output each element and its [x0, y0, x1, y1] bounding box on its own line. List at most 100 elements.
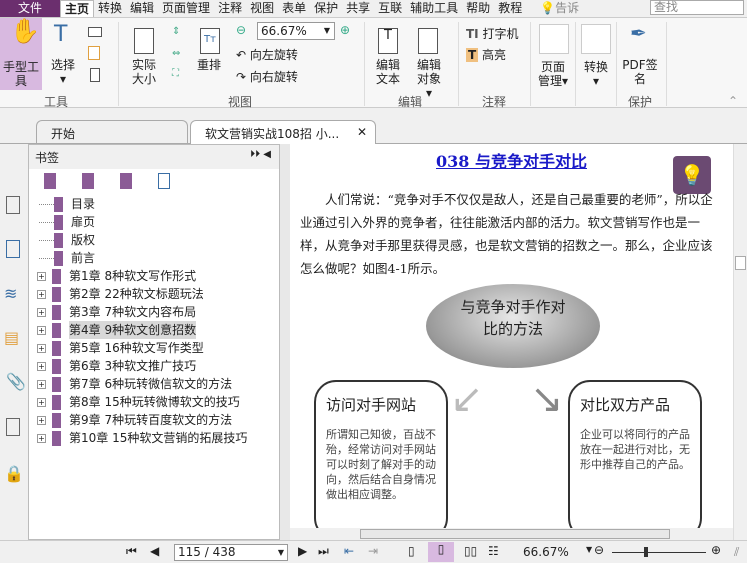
collapse-ribbon-icon[interactable]: ⌃ [728, 94, 738, 108]
prev-view-icon[interactable]: ⇤ [344, 544, 354, 558]
hand-tool-button[interactable]: ✋ 手型工具 [0, 18, 42, 90]
bookmark-item[interactable]: 前言 [37, 249, 279, 267]
prev-page-icon[interactable]: ◀ [150, 544, 159, 558]
clipboard-icon[interactable] [88, 46, 100, 63]
expand-icon[interactable]: + [37, 343, 46, 353]
expand-icon[interactable]: + [37, 325, 46, 335]
zoom-in-status-icon[interactable]: ⊕ [711, 543, 721, 557]
menu-view[interactable]: 视图 [246, 0, 278, 17]
expand-icon[interactable]: + [37, 307, 46, 317]
bookmark-item[interactable]: + 第1章 8种软文写作形式 [37, 267, 279, 285]
menu-accessibility[interactable]: 辅助工具 [406, 0, 462, 17]
layers-icon[interactable]: ≋ [4, 284, 17, 303]
expand-icon[interactable]: + [37, 361, 46, 371]
bookmark-item[interactable]: + 第8章 15种玩转微博软文的技巧 [37, 393, 279, 411]
expand-icon[interactable]: + [37, 271, 46, 281]
rotate-right-button[interactable]: ↷ 向右旋转 [236, 68, 298, 85]
first-page-icon[interactable]: ⏮ [126, 544, 137, 559]
snapshot-icon[interactable] [88, 26, 102, 37]
single-page-icon[interactable]: ▯ [408, 544, 415, 558]
expand-icon[interactable]: + [37, 379, 46, 389]
page-number-input[interactable]: 115 / 438 ▼ [174, 544, 288, 561]
bookmark-item[interactable]: + 第6章 3种软文推广技巧 [37, 357, 279, 375]
close-tab-icon[interactable]: ✕ [357, 125, 367, 139]
convert-button[interactable]: 转换 ▾ [580, 24, 612, 88]
menu-share[interactable]: 共享 [342, 0, 374, 17]
zoom-select[interactable]: 66.67% ▼ [257, 22, 335, 40]
menu-edit[interactable]: 编辑 [126, 0, 158, 17]
bookmark-item[interactable]: + 第4章 9种软文创意招数 [37, 321, 279, 339]
resize-grip-icon[interactable]: ⫽ [734, 545, 739, 560]
fit-height-icon[interactable]: ⇕ [172, 26, 180, 37]
menu-help[interactable]: 帮助 [462, 0, 494, 17]
zoom-out-icon[interactable]: ⊖ [236, 23, 246, 37]
facing-page-icon[interactable]: ▯▯ [464, 544, 477, 558]
menu-comment[interactable]: 注释 [214, 0, 246, 17]
continuous-page-icon[interactable]: ▯ [428, 542, 454, 562]
menu-page[interactable]: 页面管理 [158, 0, 214, 17]
bookmark-item[interactable]: 扉页 [37, 213, 279, 231]
panel-collapse-icon[interactable]: ⏵⏵ ◀ [250, 149, 271, 160]
bookmark-item[interactable]: + 第5章 16种软文写作类型 [37, 339, 279, 357]
actual-size-button[interactable]: 实际大小 [128, 26, 160, 86]
pages-panel-icon[interactable] [6, 240, 20, 258]
zoom-slider-thumb[interactable] [644, 547, 648, 557]
horizontal-scrollbar[interactable] [290, 528, 733, 540]
menu-connect[interactable]: 互联 [374, 0, 406, 17]
bookmark-item[interactable]: + 第2章 22种软文标题玩法 [37, 285, 279, 303]
bookmark-page-icon[interactable] [90, 68, 100, 85]
comments-icon[interactable]: ▤ [4, 328, 19, 347]
lock-icon[interactable]: 🔒 [4, 464, 24, 483]
menu-convert[interactable]: 转换 [94, 0, 126, 17]
tab-document[interactable]: 软文营销实战108招 小... ✕ [190, 120, 376, 145]
next-page-icon[interactable]: ▶ [298, 544, 307, 558]
bookmark-item[interactable]: 版权 [37, 231, 279, 249]
bookmark-item[interactable]: 目录 [37, 195, 279, 213]
bookmark-item[interactable]: + 第3章 7种软文内容布局 [37, 303, 279, 321]
section-title[interactable]: 038 与竞争对手对比 [290, 148, 733, 172]
zoom-slider[interactable] [612, 547, 706, 557]
typewriter-button[interactable]: TI 打字机 [466, 25, 519, 42]
fit-width-icon[interactable]: ⇔ [172, 48, 180, 59]
move-bookmark-icon[interactable] [120, 173, 132, 189]
edit-text-button[interactable]: T 编辑文本 [374, 26, 402, 86]
expand-icon[interactable]: + [37, 433, 46, 443]
menu-protect[interactable]: 保护 [310, 0, 342, 17]
edit-object-button[interactable]: 编辑对象▾ [414, 26, 444, 100]
hscroll-thumb[interactable] [360, 529, 670, 539]
pdf-sign-button[interactable]: ✒ PDF签名 [622, 23, 658, 86]
last-page-icon[interactable]: ⏭ [318, 544, 329, 559]
bookmark-item[interactable]: + 第10章 15种软文营销的拓展技巧 [37, 429, 279, 447]
delete-bookmark-icon[interactable] [44, 173, 56, 189]
search-input[interactable]: 查找 [650, 0, 744, 15]
add-bookmark-icon[interactable] [82, 173, 94, 189]
expand-icon[interactable]: + [37, 415, 46, 425]
signature-panel-icon[interactable] [6, 418, 20, 436]
page-manage-button[interactable]: 页面管理▾ [536, 24, 570, 88]
file-menu[interactable]: 文件 [0, 0, 60, 17]
panel-splitter[interactable] [280, 144, 290, 540]
menu-form[interactable]: 表单 [278, 0, 310, 17]
expand-icon[interactable]: + [37, 397, 46, 407]
reflow-button[interactable]: Tт 重排 [194, 26, 224, 72]
select-button[interactable]: T 选择 ▾ [48, 24, 78, 87]
zoom-out-status-icon[interactable]: ⊖ [594, 543, 604, 557]
menu-tutorial[interactable]: 教程 [494, 0, 526, 17]
bookmark-panel-icon[interactable] [6, 196, 20, 214]
zoom-level[interactable]: 66.67% [523, 545, 569, 559]
bookmark-item[interactable]: + 第7章 6种玩转微信软文的方法 [37, 375, 279, 393]
zoom-dropdown-icon[interactable]: ▼ [586, 545, 592, 554]
menu-home[interactable]: 主页 [60, 0, 95, 18]
expand-icon[interactable]: + [37, 289, 46, 299]
rotate-left-button[interactable]: ↶ 向左旋转 [236, 46, 298, 63]
tab-start[interactable]: 开始 [36, 120, 188, 144]
next-view-icon[interactable]: ⇥ [368, 544, 378, 558]
fit-page-icon[interactable]: ⛶ [172, 68, 179, 79]
attachment-icon[interactable]: 📎 [6, 372, 26, 391]
zoom-in-icon[interactable]: ⊕ [340, 23, 350, 37]
tell-me[interactable]: 💡告诉 [536, 0, 583, 17]
highlight-button[interactable]: T 高亮 [466, 46, 506, 63]
scroll-thumb[interactable] [735, 256, 746, 270]
vertical-scrollbar[interactable] [733, 144, 747, 540]
bookmark-options-icon[interactable] [158, 173, 170, 189]
